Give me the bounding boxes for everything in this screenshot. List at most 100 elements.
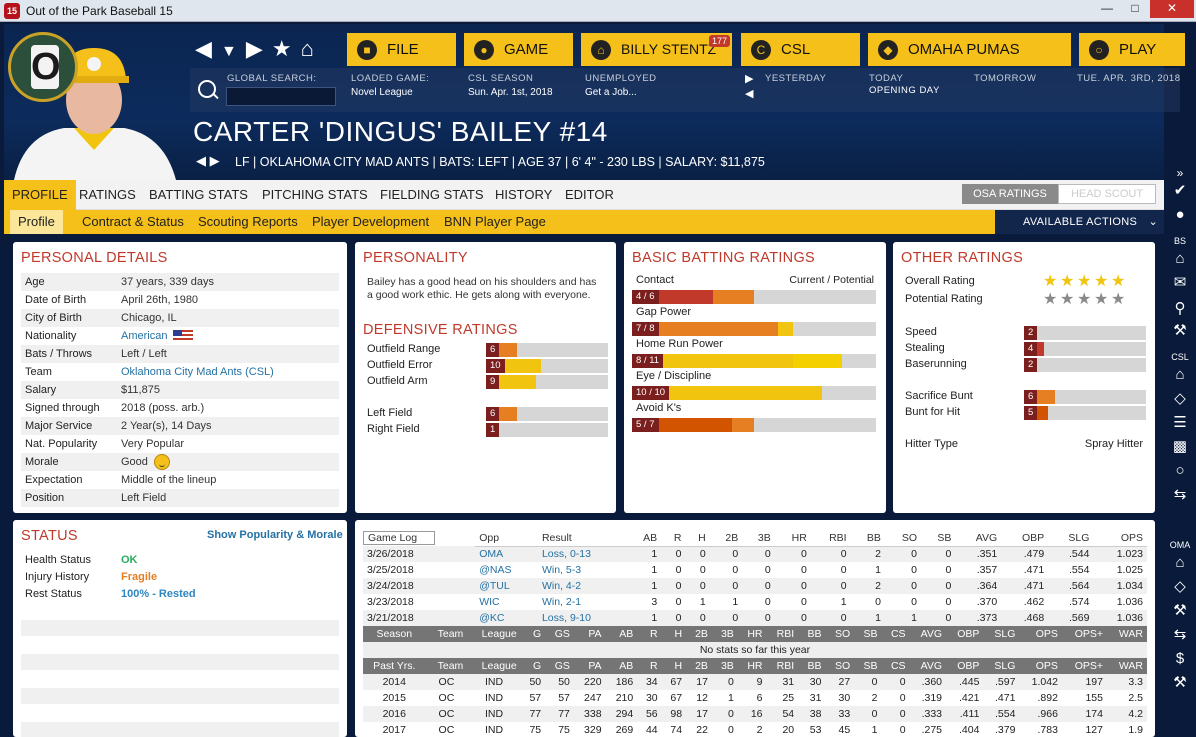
dropdown-arrow-icon[interactable]: ▼ [221,43,237,60]
table-cell[interactable]: OMA [475,546,538,562]
chart-icon[interactable]: ▩ [1170,438,1190,456]
game-log-dropdown[interactable]: Game Log [363,530,476,546]
column-header[interactable]: 3B [711,658,738,674]
globe-icon[interactable]: ● [1170,206,1190,224]
search-icon[interactable]: ⚲ [1170,300,1190,318]
minimize-button[interactable]: — [1094,0,1120,18]
column-header[interactable]: BB [798,658,826,674]
column-header[interactable]: OPS [1019,658,1062,674]
wrench-icon[interactable]: ⚒ [1170,602,1190,620]
column-header[interactable]: RBI [810,530,851,547]
column-header[interactable]: SO [825,626,855,642]
column-header[interactable]: G [520,626,546,642]
column-header[interactable]: WAR [1107,658,1147,674]
table-cell[interactable]: WIC [475,594,538,610]
wrench-icon[interactable]: ⚒ [1170,322,1190,340]
global-search-input[interactable] [226,87,336,106]
column-header[interactable]: R [661,530,686,547]
omaha-pumas-button[interactable]: ◆ OMAHA PUMAS [868,33,1071,66]
tab-ratings[interactable]: RATINGS [71,180,144,210]
checkmark-icon[interactable]: ✔ [1170,182,1190,200]
subtab-scouting-reports[interactable]: Scouting Reports [190,210,306,234]
file-button[interactable]: ■ FILE [347,33,456,66]
tab-profile[interactable]: PROFILE [4,180,76,210]
column-header[interactable]: HR [774,530,811,547]
column-header[interactable]: BB [850,530,885,547]
column-header[interactable]: SO [884,530,922,547]
column-header[interactable]: Result [537,530,627,547]
column-header[interactable]: SB [854,658,882,674]
forward-arrow-icon[interactable]: ▶ [246,36,263,61]
available-actions-button[interactable]: AVAILABLE ACTIONS ⌄ [995,210,1164,234]
column-header[interactable]: HR [737,658,767,674]
game-log-select[interactable]: Game Log [363,531,435,545]
column-header[interactable]: SLG [1048,530,1094,547]
table-cell[interactable]: @NAS [475,562,538,578]
column-header[interactable]: GS [545,658,574,674]
column-header[interactable]: AVG [909,658,946,674]
csl-button[interactable]: C CSL [741,33,860,66]
detail-value-text[interactable]: Oklahoma City Mad Ants (CSL) [121,366,274,378]
column-header[interactable]: League [467,658,521,674]
table-cell[interactable]: @KC [475,610,538,626]
column-header[interactable]: Team [425,626,468,642]
column-header[interactable]: GS [545,626,574,642]
diamond-icon[interactable]: ◇ [1170,578,1190,596]
column-header[interactable]: Past Yrs. [363,658,426,674]
rewind-arrow-icon[interactable]: ◀ [745,87,753,100]
column-header[interactable]: CS [881,626,910,642]
home-icon[interactable]: ⌂ [1170,366,1190,384]
column-header[interactable]: Season [363,626,426,642]
column-header[interactable]: AB [626,530,662,547]
column-header[interactable]: OBP [1001,530,1049,547]
table-cell[interactable]: Loss, 0-13 [538,546,627,562]
tomorrow-label[interactable]: TOMORROW [974,73,1036,84]
column-header[interactable]: League [467,626,521,642]
table-cell[interactable]: Win, 2-1 [538,594,627,610]
transfer-icon[interactable]: ⇆ [1170,626,1190,644]
column-header[interactable]: 2B [686,658,712,674]
column-header[interactable]: BB [798,626,826,642]
player-nav-arrows[interactable]: ◀ ▶ [196,153,220,169]
search-icon[interactable] [198,80,216,98]
get-a-job-link[interactable]: Get a Job... [585,87,637,98]
column-header[interactable]: SO [825,658,855,674]
column-header[interactable]: OBP [946,658,984,674]
column-header[interactable]: AVG [909,626,946,642]
column-header[interactable]: H [661,626,687,642]
tab-batting-stats[interactable]: BATTING STATS [141,180,256,210]
column-header[interactable]: SB [854,626,882,642]
column-header[interactable]: RBI [766,626,799,642]
home-icon[interactable]: ⌂ [1170,250,1190,268]
tab-history[interactable]: HISTORY [487,180,560,210]
column-header[interactable]: AB [605,658,638,674]
home-icon[interactable]: ⌂ [301,36,314,61]
column-header[interactable]: PA [573,626,606,642]
transfer-icon[interactable]: ⇆ [1170,486,1190,504]
column-header[interactable]: WAR [1107,626,1147,642]
column-header[interactable]: Team [425,658,468,674]
column-header[interactable]: G [520,658,546,674]
detail-value-text[interactable]: American [121,330,167,342]
tab-editor[interactable]: EDITOR [557,180,622,210]
game-button[interactable]: ● GAME [464,33,573,66]
column-header[interactable]: RBI [766,658,799,674]
column-header[interactable]: SLG [983,626,1020,642]
show-popularity-morale-link[interactable]: Show Popularity & Morale [207,529,343,541]
column-header[interactable]: SLG [983,658,1020,674]
subtab-profile[interactable]: Profile [10,210,63,234]
column-header[interactable]: OPS [1019,626,1062,642]
column-header[interactable]: AVG [955,530,1002,547]
star-icon[interactable]: ★ [272,36,292,61]
back-arrow-icon[interactable]: ◀ [195,36,212,61]
column-header[interactable]: SB [921,530,956,547]
column-header[interactable]: OPS+ [1061,658,1107,674]
column-header[interactable]: R [637,658,662,674]
column-header[interactable]: OPS+ [1061,626,1107,642]
table-cell[interactable]: @TUL [475,578,538,594]
column-header[interactable]: OBP [946,626,984,642]
column-header[interactable]: PA [573,658,606,674]
column-header[interactable]: 3B [711,626,738,642]
tab-fielding-stats[interactable]: FIELDING STATS [372,180,492,210]
table-cell[interactable]: Win, 4-2 [538,578,627,594]
